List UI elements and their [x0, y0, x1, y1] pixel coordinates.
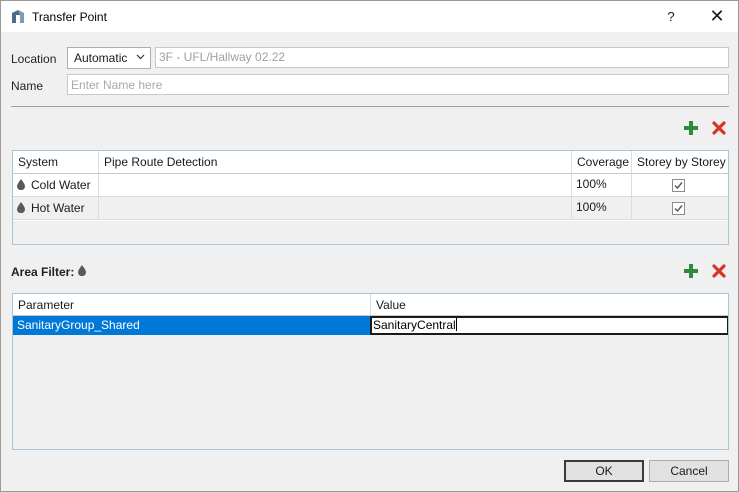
window-title: Transfer Point — [32, 10, 107, 24]
app-logo-icon — [12, 10, 24, 23]
coverage-cell[interactable]: 100% — [572, 174, 632, 197]
add-system-plus-icon[interactable] — [683, 120, 699, 136]
pipe-route-cell[interactable] — [99, 197, 572, 220]
name-input[interactable] — [71, 75, 728, 94]
column-header-coverage[interactable]: Coverage — [572, 151, 632, 174]
title-bar: Transfer Point ? ✕ — [1, 1, 738, 32]
coverage-cell[interactable]: 100% — [572, 197, 632, 220]
location-value-field[interactable]: 3F - UFL/Hallway 02.22 — [155, 47, 729, 68]
column-header-storey[interactable]: Storey by Storey — [632, 151, 728, 174]
column-header-value[interactable]: Value — [371, 294, 728, 316]
location-mode-value: Automatic — [74, 51, 128, 65]
close-button[interactable]: ✕ — [698, 1, 736, 32]
column-header-parameter[interactable]: Parameter — [13, 294, 371, 316]
system-name: Cold Water — [31, 178, 91, 192]
storey-cell — [632, 174, 728, 197]
water-drop-icon — [17, 202, 25, 213]
systems-table-empty-area — [13, 221, 728, 244]
name-label: Name — [11, 79, 44, 93]
chevron-down-icon — [136, 54, 145, 60]
value-edit-cell[interactable]: SanitaryCentral — [370, 316, 728, 335]
transfer-point-dialog: Transfer Point ? ✕ Location Automatic 3F… — [0, 0, 739, 492]
location-label: Location — [11, 52, 57, 66]
system-cell[interactable]: Hot Water — [13, 197, 99, 220]
parameter-cell[interactable]: SanitaryGroup_Shared — [13, 316, 371, 335]
remove-filter-delete-x-icon[interactable] — [711, 263, 727, 279]
area-filter-table: Parameter Value SanitaryGroup_Shared San… — [12, 293, 729, 450]
location-value-text: 3F - UFL/Hallway 02.22 — [159, 50, 286, 64]
column-header-system[interactable]: System — [13, 151, 99, 174]
value-text: SanitaryCentral — [373, 318, 456, 332]
checkmark-icon — [674, 205, 683, 213]
system-name: Hot Water — [31, 201, 85, 215]
help-button[interactable]: ? — [655, 1, 687, 32]
text-cursor — [455, 318, 457, 331]
ok-button[interactable]: OK — [564, 460, 644, 482]
pipe-route-cell[interactable] — [99, 174, 572, 197]
system-cell[interactable]: Cold Water — [13, 174, 99, 197]
checkmark-icon — [674, 182, 683, 190]
cancel-button[interactable]: Cancel — [649, 460, 729, 482]
systems-table: System Pipe Route Detection Coverage Sto… — [12, 150, 729, 245]
location-mode-select[interactable]: Automatic — [67, 47, 151, 69]
separator — [11, 106, 729, 107]
storey-cell — [632, 197, 728, 220]
remove-system-delete-x-icon[interactable] — [711, 120, 727, 136]
area-filter-empty-area — [13, 335, 728, 449]
area-filter-label: Area Filter: — [11, 265, 75, 279]
column-header-pipe-route[interactable]: Pipe Route Detection — [99, 151, 572, 174]
name-field[interactable] — [67, 74, 729, 95]
add-filter-plus-icon[interactable] — [683, 263, 699, 279]
water-drop-icon — [17, 179, 25, 190]
water-drop-icon — [78, 265, 86, 276]
storey-by-storey-checkbox[interactable] — [672, 179, 685, 192]
storey-by-storey-checkbox[interactable] — [672, 202, 685, 215]
